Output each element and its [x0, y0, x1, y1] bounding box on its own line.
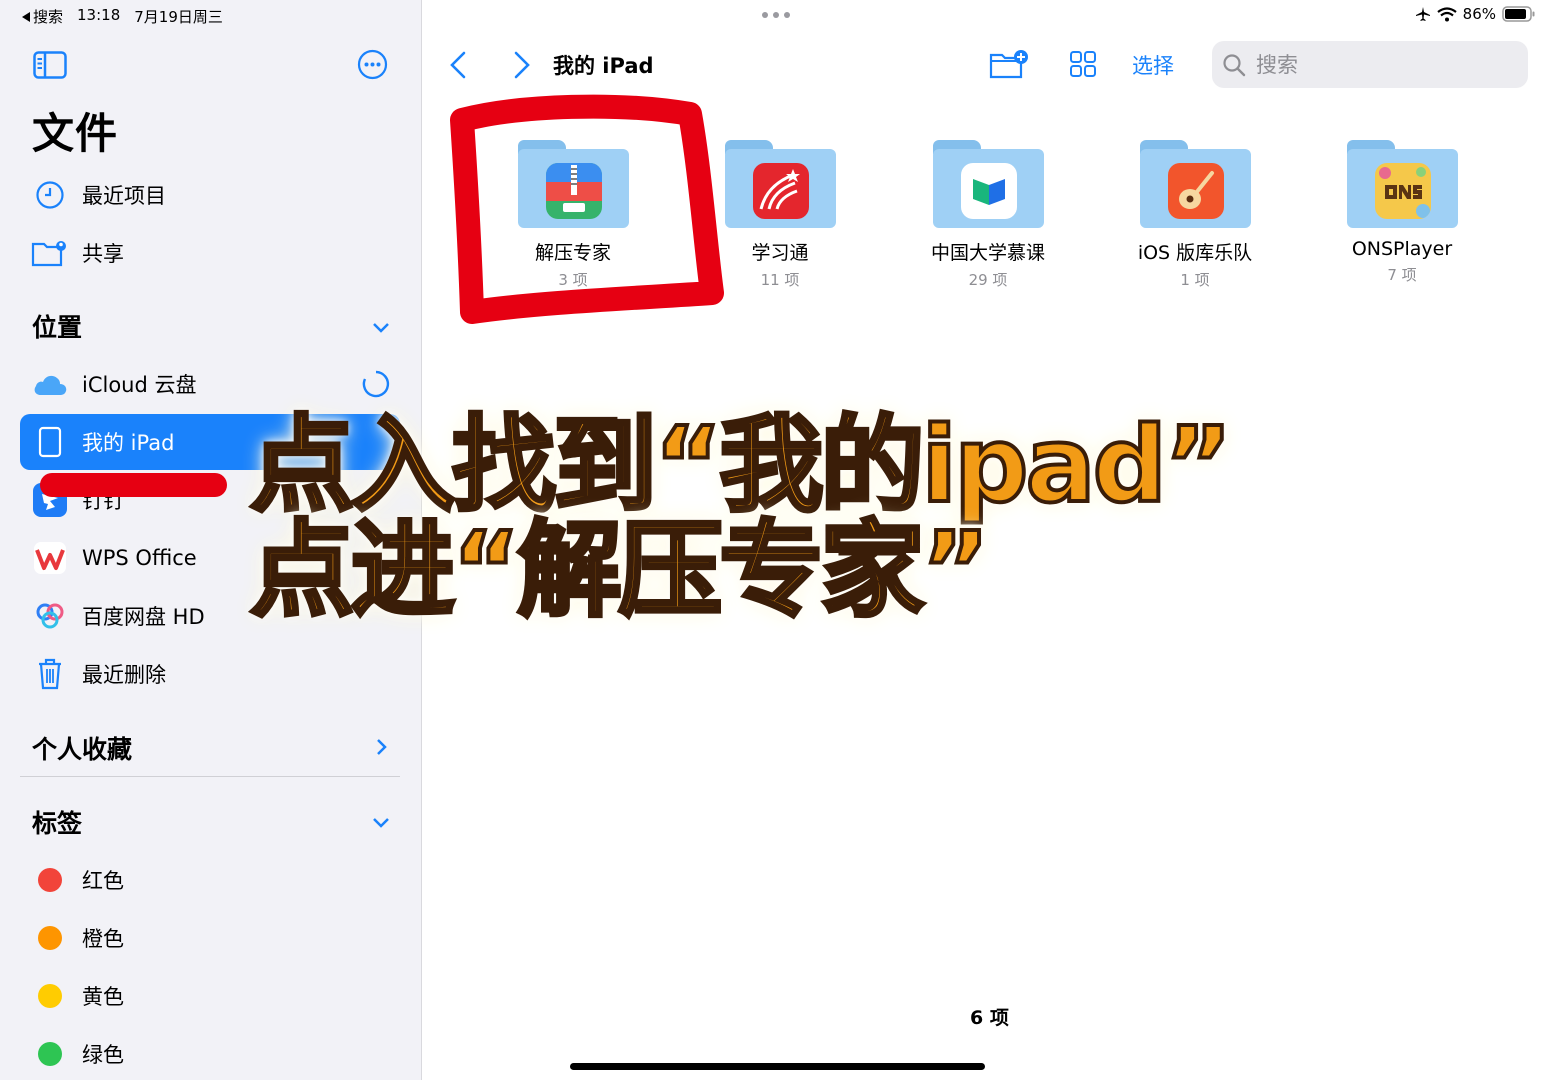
- red-highlight-box: [450, 94, 724, 324]
- annotation-text-line-2: 点进“解压专家”: [248, 509, 992, 631]
- annotation-text-line-1: 点入找到“我的ipad”: [248, 404, 1234, 526]
